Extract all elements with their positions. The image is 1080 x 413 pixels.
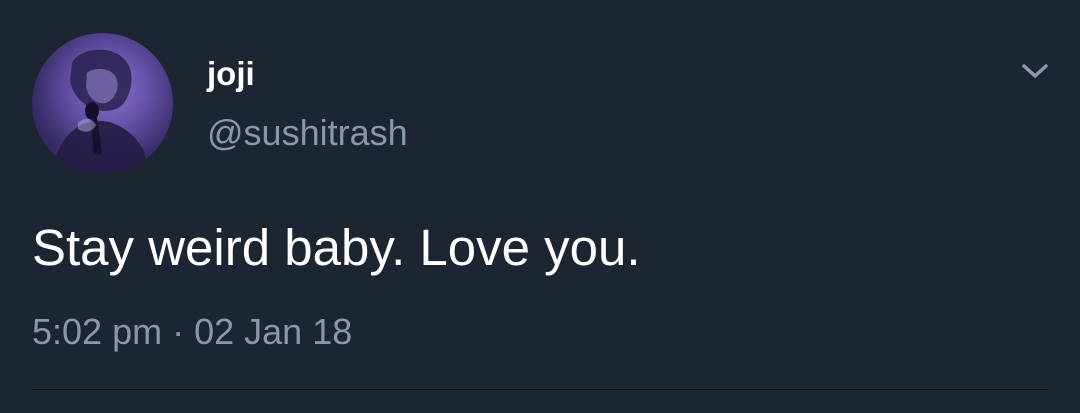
display-name[interactable]: joji <box>207 54 255 94</box>
tweet-date: 02 Jan 18 <box>194 311 353 352</box>
timestamp-separator: · <box>172 311 185 352</box>
tweet-timestamp[interactable]: 5:02 pm · 02 Jan 18 <box>32 310 352 354</box>
chevron-down-icon[interactable] <box>1018 58 1052 84</box>
tweet-time: 5:02 pm <box>32 311 163 352</box>
divider <box>32 389 1048 390</box>
tweet-card: joji @sushitrash Stay weird baby. Love y… <box>0 0 1080 413</box>
user-handle[interactable]: @sushitrash <box>207 111 408 155</box>
tweet-text: Stay weird baby. Love you. <box>32 219 641 276</box>
avatar[interactable] <box>32 33 173 174</box>
avatar-photo <box>52 49 150 174</box>
